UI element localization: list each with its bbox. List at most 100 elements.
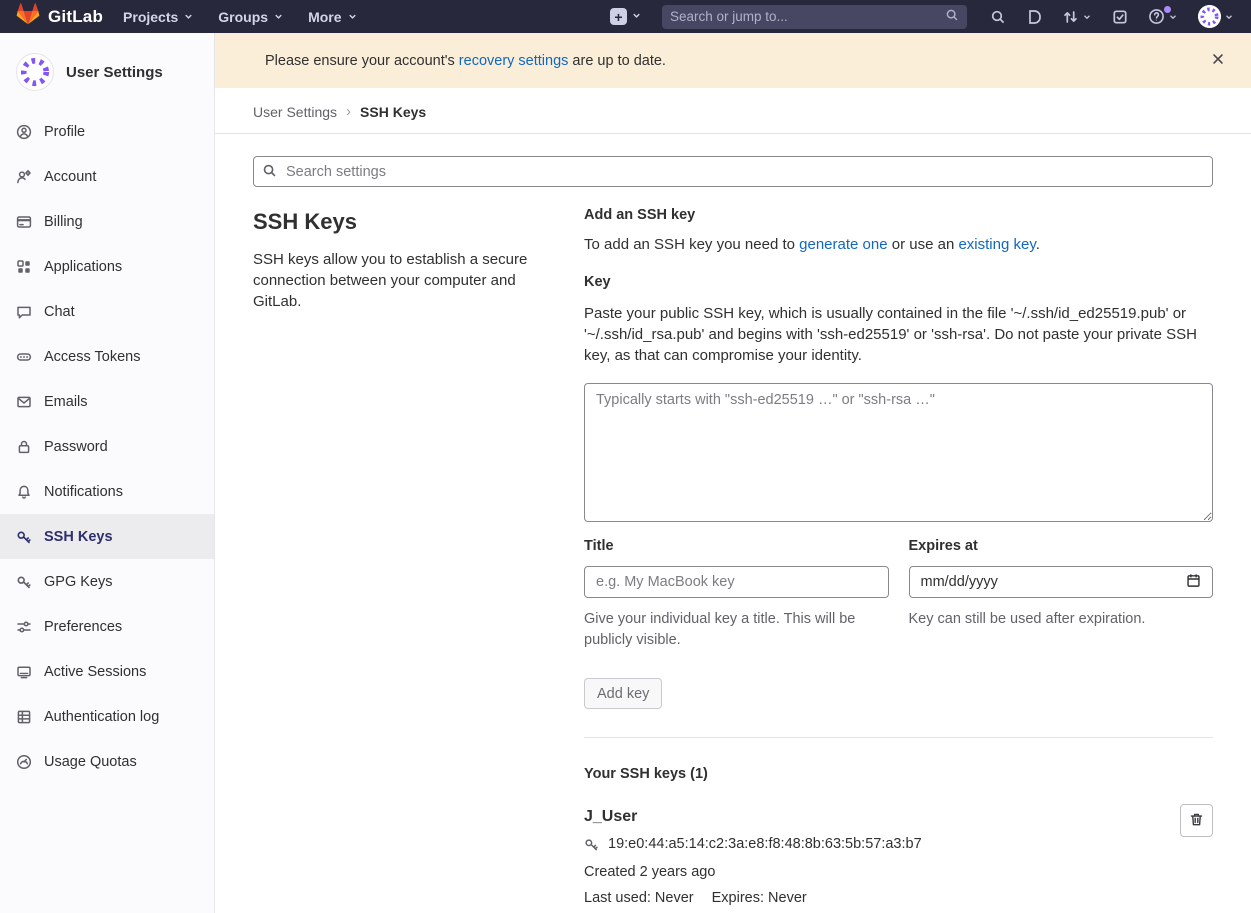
authentication-log-icon xyxy=(16,709,32,725)
help-button[interactable] xyxy=(1141,4,1185,29)
settings-search xyxy=(253,156,1213,187)
global-search-input[interactable] xyxy=(670,9,945,24)
account-icon xyxy=(16,169,32,185)
expires-help-text: Key can still be used after expiration. xyxy=(909,609,1214,630)
ssh-key-name: J_User xyxy=(584,808,1161,826)
chevron-down-icon xyxy=(1224,12,1234,22)
help-icon xyxy=(1148,8,1165,25)
recovery-settings-link[interactable]: recovery settings xyxy=(459,53,569,69)
breadcrumb: User Settings › SSH Keys xyxy=(253,88,1213,133)
sidebar-item-active-sessions[interactable]: Active Sessions xyxy=(0,649,214,694)
sidebar-item-notifications[interactable]: Notifications xyxy=(0,469,214,514)
generate-one-link[interactable]: generate one xyxy=(799,236,887,253)
existing-key-link[interactable]: existing key xyxy=(958,236,1035,253)
avatar xyxy=(1198,5,1221,28)
calendar-icon[interactable] xyxy=(1186,573,1201,592)
notification-dot xyxy=(1164,6,1171,13)
sidebar-item-billing[interactable]: Billing xyxy=(0,199,214,244)
alert-text: Please ensure your account's recovery se… xyxy=(265,53,666,69)
profile-icon xyxy=(16,124,32,140)
merge-requests-button[interactable] xyxy=(1055,5,1099,29)
user-menu-button[interactable] xyxy=(1191,1,1241,32)
page-title: SSH Keys xyxy=(253,209,538,235)
plus-icon: + xyxy=(610,8,627,25)
breadcrumb-current: SSH Keys xyxy=(360,104,426,120)
issues-icon xyxy=(1026,9,1042,25)
notifications-icon xyxy=(16,484,32,500)
todo-icon xyxy=(1112,9,1128,25)
sidebar-item-profile[interactable]: Profile xyxy=(0,109,214,154)
sidebar-item-chat[interactable]: Chat xyxy=(0,289,214,334)
page-description: SSH keys allow you to establish a secure… xyxy=(253,249,538,312)
applications-icon xyxy=(16,259,32,275)
sidebar-item-preferences[interactable]: Preferences xyxy=(0,604,214,649)
ssh-key-textarea[interactable] xyxy=(584,383,1213,522)
global-search[interactable] xyxy=(662,5,967,29)
search-icon xyxy=(262,163,277,182)
sidebar-item-ssh-keys[interactable]: SSH Keys xyxy=(0,514,214,559)
merge-request-icon xyxy=(1062,9,1079,25)
sidebar-item-access-tokens[interactable]: Access Tokens xyxy=(0,334,214,379)
section-divider xyxy=(584,737,1213,738)
chevron-down-icon xyxy=(347,11,358,22)
search-button[interactable] xyxy=(983,5,1013,29)
tanuki-icon xyxy=(16,3,40,30)
close-icon xyxy=(1211,52,1225,69)
breadcrumb-divider xyxy=(215,133,1251,134)
access-tokens-icon xyxy=(16,349,32,365)
chat-icon xyxy=(16,304,32,320)
sidebar-item-password[interactable]: Password xyxy=(0,424,214,469)
delete-key-button[interactable] xyxy=(1180,804,1213,837)
breadcrumb-separator-icon: › xyxy=(346,103,351,120)
gitlab-logo[interactable]: GitLab xyxy=(10,3,109,30)
ssh-key-fingerprint: 19:e0:44:a5:14:c2:3a:e8:f8:48:8b:63:5b:5… xyxy=(608,836,922,852)
active-sessions-icon xyxy=(16,664,32,680)
sidebar-item-authentication-log[interactable]: Authentication log xyxy=(0,694,214,739)
todos-button[interactable] xyxy=(1105,5,1135,29)
ssh-key-list-item: J_User 19:e0:44:a5:14:c2:3a:e8:f8:48:8b:… xyxy=(584,808,1213,906)
settings-sidebar: User Settings Profile Account Billing Ap… xyxy=(0,33,215,913)
expires-field-group: Expires at mm/dd/yyyy Key can still be u… xyxy=(909,538,1214,651)
usage-quotas-icon xyxy=(16,754,32,770)
add-ssh-key-intro: To add an SSH key you need to generate o… xyxy=(584,236,1213,253)
trash-icon xyxy=(1189,812,1204,830)
expires-label: Expires at xyxy=(909,538,1214,554)
settings-search-input[interactable] xyxy=(253,156,1213,187)
nav-menu-more[interactable]: More xyxy=(298,4,367,30)
new-menu-button[interactable]: + xyxy=(606,5,646,28)
emails-icon xyxy=(16,394,32,410)
title-label: Title xyxy=(584,538,889,554)
title-field-group: Title Give your individual key a title. … xyxy=(584,538,889,651)
ssh-key-created: Created 2 years ago xyxy=(584,864,1161,880)
gpg-keys-icon xyxy=(16,574,32,590)
title-input[interactable] xyxy=(584,566,889,598)
chevron-down-icon xyxy=(631,9,642,25)
chevron-down-icon xyxy=(273,11,284,22)
main-content: User Settings › SSH Keys SSH Keys SSH ke… xyxy=(215,88,1251,906)
preferences-icon xyxy=(16,619,32,635)
add-key-button[interactable]: Add key xyxy=(584,678,662,709)
sidebar-title: User Settings xyxy=(66,64,163,81)
password-icon xyxy=(16,439,32,455)
user-avatar xyxy=(16,53,54,91)
your-ssh-keys-heading: Your SSH keys (1) xyxy=(584,766,1213,782)
add-ssh-key-heading: Add an SSH key xyxy=(584,207,1213,223)
recovery-settings-alert: Please ensure your account's recovery se… xyxy=(215,33,1251,88)
sidebar-item-usage-quotas[interactable]: Usage Quotas xyxy=(0,739,214,784)
issues-button[interactable] xyxy=(1019,5,1049,29)
key-label: Key xyxy=(584,274,1213,290)
sidebar-item-emails[interactable]: Emails xyxy=(0,379,214,424)
nav-menu-groups[interactable]: Groups xyxy=(208,4,294,30)
breadcrumb-user-settings[interactable]: User Settings xyxy=(253,104,337,120)
key-icon xyxy=(584,837,599,852)
logo-wordmark: GitLab xyxy=(48,7,103,27)
sidebar-item-account[interactable]: Account xyxy=(0,154,214,199)
title-help-text: Give your individual key a title. This w… xyxy=(584,609,889,651)
key-help-text: Paste your public SSH key, which is usua… xyxy=(584,303,1213,366)
alert-close-button[interactable] xyxy=(1207,48,1229,73)
nav-menu-projects[interactable]: Projects xyxy=(113,4,204,30)
sidebar-item-gpg-keys[interactable]: GPG Keys xyxy=(0,559,214,604)
ssh-keys-icon xyxy=(16,529,32,545)
sidebar-item-applications[interactable]: Applications xyxy=(0,244,214,289)
expires-date-input[interactable]: mm/dd/yyyy xyxy=(909,566,1214,598)
